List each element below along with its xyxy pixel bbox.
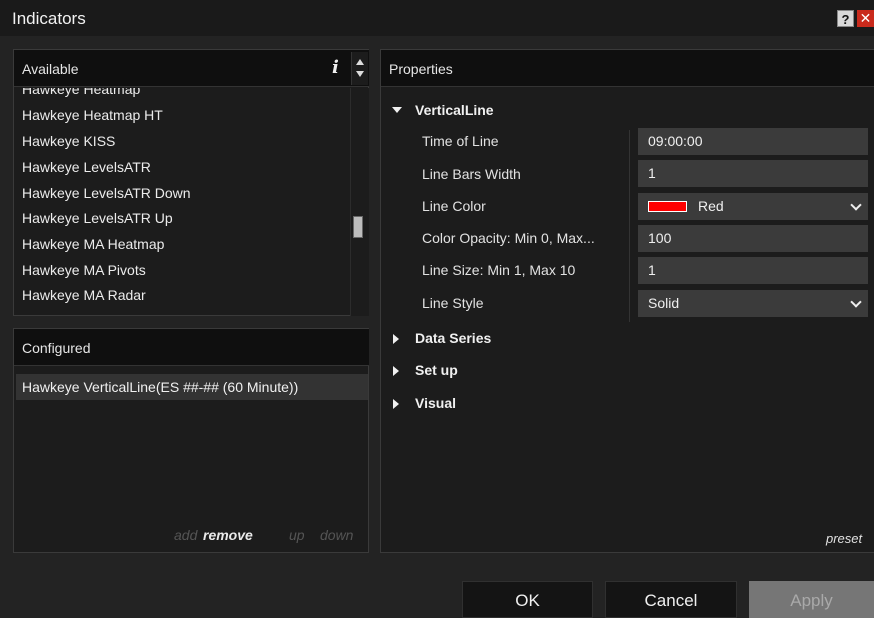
sort-down-icon[interactable] bbox=[356, 71, 364, 77]
properties-panel: Properties VerticalLine Time of Line 09:… bbox=[380, 49, 874, 553]
section-label[interactable]: Data Series bbox=[415, 330, 491, 346]
close-button[interactable]: ✕ bbox=[857, 10, 874, 27]
list-item[interactable]: Hawkeye LevelsATR Up bbox=[22, 210, 173, 226]
sort-arrows-icon[interactable] bbox=[351, 52, 368, 85]
window-title: Indicators bbox=[12, 9, 86, 28]
apply-button[interactable]: Apply bbox=[749, 581, 874, 618]
move-down-button[interactable]: down bbox=[320, 527, 353, 543]
properties-header: Properties bbox=[381, 50, 874, 87]
property-value: Red bbox=[698, 198, 724, 214]
section-label[interactable]: Set up bbox=[415, 362, 458, 378]
color-swatch bbox=[648, 201, 687, 212]
line-color-dropdown[interactable]: Red bbox=[638, 193, 868, 220]
property-label: Line Size: Min 1, Max 10 bbox=[422, 262, 576, 278]
configured-panel: Configured Hawkeye VerticalLine(ES ##-##… bbox=[13, 328, 369, 553]
property-value: 1 bbox=[648, 262, 656, 278]
list-item[interactable]: Hawkeye Heatmap bbox=[22, 88, 140, 97]
configured-label: Configured bbox=[22, 340, 91, 356]
available-header: Available i bbox=[14, 50, 369, 87]
configured-item-label: Hawkeye VerticalLine(ES ##-## (60 Minute… bbox=[22, 379, 299, 395]
chevron-down-icon[interactable] bbox=[850, 199, 862, 211]
scrollbar-thumb[interactable] bbox=[353, 216, 363, 238]
chevron-down-icon[interactable] bbox=[850, 296, 862, 308]
line-size-field[interactable]: 1 bbox=[638, 257, 868, 284]
list-item[interactable]: Hawkeye MA Heatmap bbox=[22, 236, 164, 252]
configured-header: Configured bbox=[14, 329, 369, 366]
available-label: Available bbox=[22, 61, 79, 77]
indicators-window: Indicators ? ✕ Available i Hawkeye Heatm… bbox=[0, 0, 874, 618]
title-bar: Indicators ? ✕ bbox=[0, 0, 874, 36]
list-item[interactable]: Hawkeye MA Radar bbox=[22, 287, 146, 303]
add-button[interactable]: add bbox=[174, 527, 197, 543]
available-panel: Available i Hawkeye Heatmap Hawkeye Heat… bbox=[13, 49, 369, 316]
caret-right-icon[interactable] bbox=[393, 399, 399, 409]
preset-button[interactable]: preset bbox=[826, 531, 862, 546]
help-button[interactable]: ? bbox=[837, 10, 854, 27]
list-item[interactable]: Hawkeye Heatmap HT bbox=[22, 107, 163, 123]
info-icon[interactable]: i bbox=[332, 57, 339, 78]
sort-up-icon[interactable] bbox=[356, 59, 364, 65]
section-label[interactable]: Visual bbox=[415, 395, 456, 411]
property-label: Line Style bbox=[422, 295, 484, 311]
caret-down-icon[interactable] bbox=[392, 107, 402, 113]
property-value: Solid bbox=[648, 295, 680, 311]
move-up-button[interactable]: up bbox=[289, 527, 305, 543]
configured-item[interactable]: Hawkeye VerticalLine(ES ##-## (60 Minute… bbox=[16, 374, 368, 400]
list-item[interactable]: Hawkeye MA Pivots bbox=[22, 262, 146, 278]
line-bars-width-field[interactable]: 1 bbox=[638, 160, 868, 187]
property-value: 09:00:00 bbox=[648, 133, 703, 149]
list-item[interactable]: Hawkeye LevelsATR bbox=[22, 159, 151, 175]
property-label: Time of Line bbox=[422, 133, 499, 149]
property-value: 100 bbox=[648, 230, 672, 246]
ok-button[interactable]: OK bbox=[462, 581, 593, 618]
list-item[interactable]: Hawkeye KISS bbox=[22, 133, 115, 149]
caret-right-icon[interactable] bbox=[393, 334, 399, 344]
cancel-button[interactable]: Cancel bbox=[605, 581, 737, 618]
list-item[interactable]: Hawkeye LevelsATR Down bbox=[22, 185, 191, 201]
available-list[interactable]: Hawkeye Heatmap Hawkeye Heatmap HT Hawke… bbox=[14, 88, 350, 316]
color-opacity-field[interactable]: 100 bbox=[638, 225, 868, 252]
properties-label: Properties bbox=[389, 61, 453, 77]
section-label[interactable]: VerticalLine bbox=[415, 102, 494, 118]
available-scrollbar[interactable] bbox=[350, 88, 369, 316]
caret-right-icon[interactable] bbox=[393, 366, 399, 376]
property-label: Color Opacity: Min 0, Max... bbox=[422, 230, 595, 246]
property-label: Line Bars Width bbox=[422, 166, 521, 182]
time-of-line-field[interactable]: 09:00:00 bbox=[638, 128, 868, 155]
remove-button[interactable]: remove bbox=[203, 527, 253, 543]
property-value: 1 bbox=[648, 165, 656, 181]
line-style-dropdown[interactable]: Solid bbox=[638, 290, 868, 317]
property-label: Line Color bbox=[422, 198, 486, 214]
column-divider[interactable] bbox=[629, 130, 630, 322]
